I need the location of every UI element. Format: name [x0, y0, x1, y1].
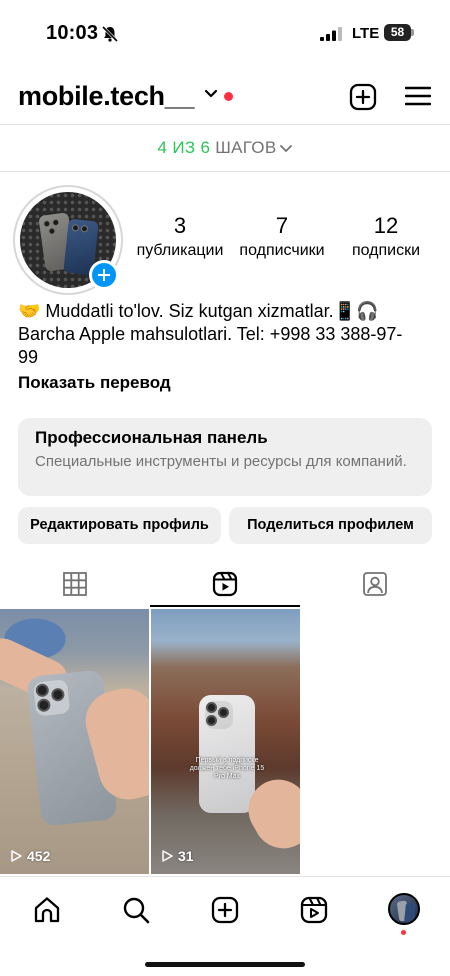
- steps-done: 4: [157, 138, 168, 157]
- reel-thumbnail[interactable]: Первый в подписке должен тебе iPhone 15 …: [151, 609, 300, 874]
- profile-avatar[interactable]: [388, 893, 420, 925]
- menu-icon[interactable]: [405, 85, 431, 107]
- battery-level: 58: [390, 25, 405, 39]
- stat-posts[interactable]: 3 публикации: [130, 213, 230, 260]
- steps-of: ИЗ: [172, 138, 196, 157]
- stat-following[interactable]: 12 подписки: [338, 213, 434, 260]
- bottom-navigation: [0, 876, 450, 944]
- play-icon: [162, 850, 173, 862]
- panel-subtitle: Специальные инструменты и ресурсы для ко…: [35, 453, 407, 470]
- steps-total: 6: [200, 138, 211, 157]
- view-count: 31: [161, 848, 194, 864]
- tab-reels[interactable]: [150, 561, 300, 609]
- stat-followers-label: подписчики: [239, 242, 325, 259]
- stat-following-value: 12: [373, 213, 399, 238]
- setup-steps[interactable]: 4 ИЗ 6 ШАГОВ: [0, 138, 450, 158]
- network-type: LTE: [352, 25, 380, 42]
- play-icon: [11, 850, 22, 862]
- profile-header: mobile.tech__: [0, 75, 450, 121]
- stat-posts-value: 3: [173, 213, 187, 238]
- add-post-icon[interactable]: [349, 83, 377, 111]
- active-tab-indicator: [150, 605, 300, 607]
- edit-profile-button[interactable]: Редактировать профиль: [18, 507, 221, 544]
- reels-icon[interactable]: [299, 895, 329, 925]
- home-icon[interactable]: [32, 895, 62, 925]
- tab-tagged[interactable]: [300, 561, 450, 609]
- view-count-value: 452: [27, 848, 51, 864]
- phone-photo: [199, 695, 255, 813]
- add-story-button[interactable]: [89, 260, 119, 290]
- home-indicator[interactable]: [145, 962, 305, 967]
- notification-dot: [224, 92, 233, 101]
- view-count: 452: [10, 848, 50, 864]
- steps-label: ШАГОВ: [215, 138, 277, 157]
- panel-title: Профессиональная панель: [35, 428, 268, 447]
- reel-caption: Первый в подписке должен тебе iPhone 15 …: [189, 757, 265, 780]
- stat-followers[interactable]: 7 подписчики: [234, 213, 330, 260]
- stat-followers-value: 7: [275, 213, 289, 238]
- status-bar: 10:03 LTE 58: [0, 0, 450, 66]
- show-translation-link[interactable]: Показать перевод: [18, 373, 171, 393]
- chevron-down-icon[interactable]: [204, 89, 218, 99]
- profile-bio: 🤝 Muddatli to'lov. Siz kutgan xizmatlar.…: [18, 301, 403, 367]
- username-switcher[interactable]: mobile.tech__: [18, 81, 194, 112]
- professional-dashboard[interactable]: Профессиональная панель Специальные инст…: [18, 418, 432, 496]
- reel-thumbnail[interactable]: 452: [0, 609, 149, 874]
- stat-following-label: подписки: [351, 242, 421, 259]
- battery-icon: 58: [384, 24, 414, 41]
- notification-dot: [401, 930, 406, 935]
- view-count-value: 31: [178, 848, 194, 864]
- chevron-down-icon: [280, 144, 293, 152]
- bell-slash-icon: [101, 25, 119, 43]
- search-icon[interactable]: [121, 895, 151, 925]
- grid-icon: [63, 572, 87, 596]
- reels-icon: [212, 571, 238, 597]
- tab-grid[interactable]: [0, 561, 150, 609]
- tagged-icon: [363, 572, 387, 596]
- stat-posts-label: публикации: [136, 242, 224, 259]
- profile-tabs: [0, 561, 450, 609]
- create-icon[interactable]: [210, 895, 240, 925]
- steps-divider: [0, 171, 450, 172]
- signal-icon: [320, 27, 342, 41]
- header-divider: [0, 124, 450, 125]
- status-time: 10:03: [46, 22, 99, 44]
- share-profile-button[interactable]: Поделиться профилем: [229, 507, 432, 544]
